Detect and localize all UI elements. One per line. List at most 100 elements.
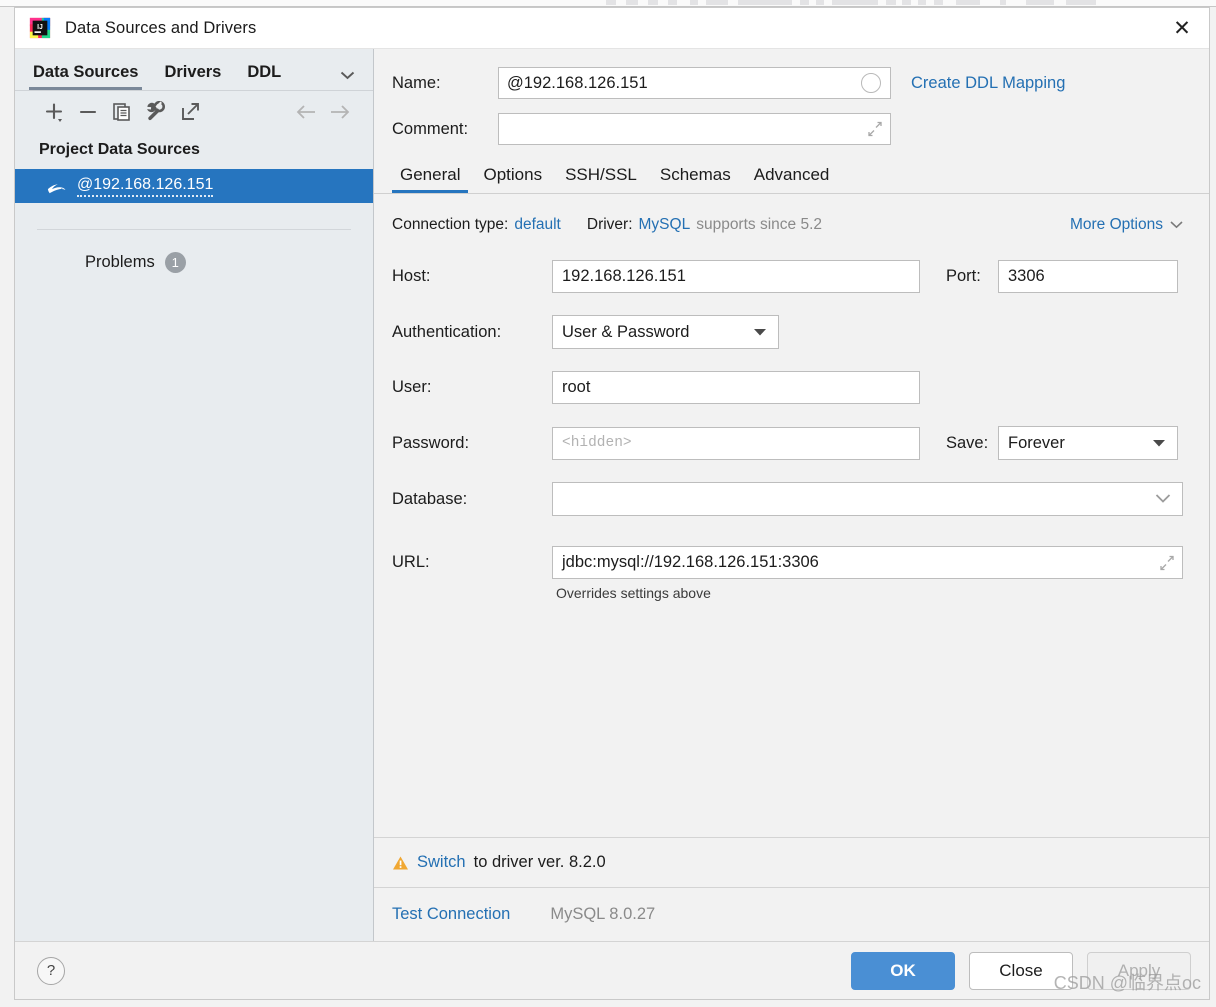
database-select[interactable] bbox=[552, 482, 1183, 516]
comment-row: Comment: bbox=[392, 113, 1189, 145]
jump-to-button[interactable] bbox=[173, 97, 207, 127]
tab-schemas[interactable]: Schemas bbox=[652, 165, 739, 193]
driver-value[interactable]: MySQL bbox=[639, 216, 691, 234]
chevron-down-icon bbox=[1155, 490, 1171, 509]
user-input-value: root bbox=[562, 378, 590, 397]
question-mark-icon: ? bbox=[47, 962, 55, 979]
close-button-label: Close bbox=[999, 961, 1042, 981]
port-input[interactable]: 3306 bbox=[998, 260, 1178, 293]
test-connection-row: Test Connection MySQL 8.0.27 bbox=[374, 887, 1209, 941]
create-ddl-mapping-link[interactable]: Create DDL Mapping bbox=[911, 74, 1065, 93]
user-label: User: bbox=[392, 378, 552, 397]
top-fields: Name: @192.168.126.151 Create DDL Mappin… bbox=[374, 49, 1209, 159]
plus-icon bbox=[43, 101, 65, 123]
arrow-right-icon bbox=[328, 103, 352, 121]
url-input-value: jdbc:mysql://192.168.126.151:3306 bbox=[562, 553, 819, 572]
background-window-sliver bbox=[0, 0, 1216, 7]
settings-tab-strip: General Options SSH/SSL Schemas Advanced bbox=[374, 165, 1209, 193]
tab-label: SSH/SSL bbox=[565, 165, 637, 184]
dropdown-caret-icon bbox=[753, 323, 767, 342]
connection-type-label: Connection type: bbox=[392, 216, 508, 234]
host-input-value: 192.168.126.151 bbox=[562, 267, 686, 286]
expand-editor-icon[interactable] bbox=[1159, 555, 1175, 571]
driver-note: supports since 5.2 bbox=[696, 216, 822, 234]
save-select[interactable]: Forever bbox=[998, 426, 1178, 460]
comment-label: Comment: bbox=[392, 120, 498, 139]
database-label: Database: bbox=[392, 490, 552, 509]
switch-driver-text: to driver ver. 8.2.0 bbox=[474, 853, 606, 872]
back-button[interactable] bbox=[289, 97, 323, 127]
dialog-body: Data Sources Drivers DDL bbox=[15, 49, 1209, 941]
tab-label: Advanced bbox=[754, 165, 830, 184]
apply-button[interactable]: Apply bbox=[1087, 952, 1191, 990]
sidebar-item-label: @192.168.126.151 bbox=[77, 176, 213, 197]
tab-label: Options bbox=[483, 165, 542, 184]
connection-meta-row: Connection type: default Driver: MySQL s… bbox=[388, 216, 1183, 234]
password-input[interactable]: <hidden> bbox=[552, 427, 920, 460]
external-link-icon bbox=[179, 101, 201, 123]
title-bar: IJ Data Sources and Drivers ✕ bbox=[15, 8, 1209, 49]
sidebar-tab-ddl[interactable]: DDL bbox=[247, 63, 281, 90]
forward-button[interactable] bbox=[323, 97, 357, 127]
duplicate-data-source-button[interactable] bbox=[105, 97, 139, 127]
authentication-select[interactable]: User & Password bbox=[552, 315, 779, 349]
copy-icon bbox=[111, 101, 133, 123]
name-label: Name: bbox=[392, 74, 498, 93]
remove-data-source-button[interactable] bbox=[71, 97, 105, 127]
switch-driver-link[interactable]: Switch bbox=[417, 853, 466, 872]
add-data-source-button[interactable] bbox=[37, 97, 71, 127]
name-input[interactable]: @192.168.126.151 bbox=[498, 67, 891, 99]
sidebar-tabs-overflow-button[interactable] bbox=[337, 65, 357, 85]
more-options-button[interactable]: More Options bbox=[1070, 216, 1183, 234]
url-label: URL: bbox=[392, 553, 552, 572]
url-input[interactable]: jdbc:mysql://192.168.126.151:3306 bbox=[552, 546, 1183, 579]
test-connection-link[interactable]: Test Connection bbox=[392, 905, 510, 924]
authentication-label: Authentication: bbox=[392, 323, 552, 342]
connection-type-value[interactable]: default bbox=[514, 216, 561, 234]
sidebar-problems-section[interactable]: Problems 1 bbox=[15, 230, 373, 273]
color-circle-icon[interactable] bbox=[861, 73, 881, 93]
minus-icon bbox=[77, 101, 99, 123]
save-value: Forever bbox=[1008, 434, 1065, 453]
sidebar-tab-strip: Data Sources Drivers DDL bbox=[15, 49, 373, 90]
name-row: Name: @192.168.126.151 Create DDL Mappin… bbox=[392, 67, 1189, 99]
content-panel: Name: @192.168.126.151 Create DDL Mappin… bbox=[374, 49, 1209, 941]
port-input-value: 3306 bbox=[1008, 267, 1045, 286]
driver-switch-warning-row: Switch to driver ver. 8.2.0 bbox=[374, 837, 1209, 887]
more-options-label: More Options bbox=[1070, 216, 1163, 234]
tab-ssh-ssl[interactable]: SSH/SSL bbox=[557, 165, 645, 193]
password-placeholder: <hidden> bbox=[562, 435, 632, 451]
tab-label: Schemas bbox=[660, 165, 731, 184]
driver-properties-button[interactable] bbox=[139, 97, 173, 127]
host-input[interactable]: 192.168.126.151 bbox=[552, 260, 920, 293]
sidebar-toolbar bbox=[15, 91, 373, 133]
apply-button-label: Apply bbox=[1118, 961, 1161, 981]
ok-button[interactable]: OK bbox=[851, 952, 955, 990]
driver-version-text: MySQL 8.0.27 bbox=[550, 905, 655, 924]
sidebar-item-data-source[interactable]: @192.168.126.151 bbox=[15, 169, 373, 203]
sidebar-group-title: Project Data Sources bbox=[15, 133, 373, 169]
sidebar-tab-drivers[interactable]: Drivers bbox=[164, 63, 221, 90]
content-footer: Switch to driver ver. 8.2.0 Test Connect… bbox=[374, 837, 1209, 941]
mysql-dolphin-icon bbox=[45, 177, 67, 195]
chevron-down-icon bbox=[340, 71, 355, 80]
tab-general[interactable]: General bbox=[392, 165, 468, 193]
driver-label: Driver: bbox=[587, 216, 633, 234]
data-sources-dialog: IJ Data Sources and Drivers ✕ Data Sourc… bbox=[14, 7, 1210, 1000]
tab-options[interactable]: Options bbox=[475, 165, 550, 193]
sidebar-tab-data-sources[interactable]: Data Sources bbox=[33, 63, 138, 90]
expand-editor-icon[interactable] bbox=[867, 121, 883, 137]
help-button[interactable]: ? bbox=[37, 957, 65, 985]
problems-label: Problems bbox=[85, 253, 155, 272]
user-row: User: root bbox=[388, 371, 1183, 404]
tab-advanced[interactable]: Advanced bbox=[746, 165, 838, 193]
user-input[interactable]: root bbox=[552, 371, 920, 404]
close-button[interactable]: Close bbox=[969, 952, 1073, 990]
authentication-row: Authentication: User & Password bbox=[388, 315, 1183, 349]
chevron-down-icon bbox=[1170, 221, 1183, 229]
comment-input[interactable] bbox=[498, 113, 891, 145]
sidebar-filler bbox=[15, 273, 373, 941]
sidebar: Data Sources Drivers DDL bbox=[15, 49, 374, 941]
ok-button-label: OK bbox=[890, 961, 916, 981]
close-window-button[interactable]: ✕ bbox=[1155, 8, 1209, 48]
